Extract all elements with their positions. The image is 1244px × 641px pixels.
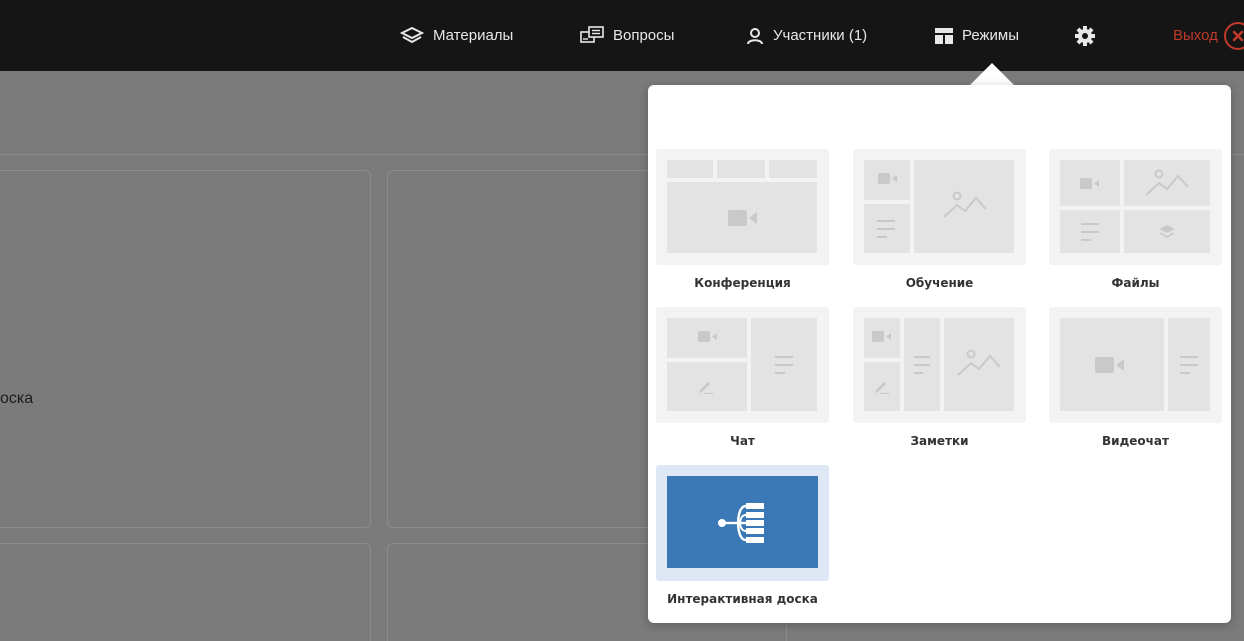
video-camera-icon [1080,178,1099,189]
mode-thumbnail [656,465,829,581]
settings-button[interactable] [1075,0,1095,71]
layers-icon [400,26,424,43]
mode-thumbnail [1049,149,1222,265]
text-lines-icon [775,356,793,374]
mode-thumbnail [1049,307,1222,423]
background-card [0,170,371,528]
modes-button[interactable]: Режимы [935,0,1019,71]
mode-label: Видеочат [1102,434,1169,448]
materials-button[interactable]: Материалы [400,0,513,71]
mode-interactive-whiteboard[interactable]: Интерактивная доска [656,465,829,606]
text-lines-icon [1180,356,1198,374]
participants-button[interactable]: Участники (1) [746,0,867,71]
layers-icon [1159,225,1175,238]
background-card-label: оска [0,390,34,407]
top-bar: Материалы Вопросы Участники (1) Режимы В… [0,0,1244,71]
questions-label: Вопросы [613,27,675,44]
mode-thumbnail [656,307,829,423]
video-camera-icon [878,173,897,184]
mode-videochat[interactable]: Видеочат [1049,307,1222,448]
mode-thumbnail [853,149,1026,265]
text-lines-icon [877,220,895,238]
image-icon [943,191,987,218]
mode-label: Файлы [1111,276,1160,290]
mode-training[interactable]: Обучение [853,149,1026,290]
pencil-icon [875,382,889,394]
text-lines-icon [1081,223,1099,241]
exit-button[interactable]: Выход [1173,0,1244,71]
mode-label: Заметки [910,434,969,448]
video-camera-icon [872,331,891,342]
mode-label: Интерактивная доска [667,592,818,606]
mode-thumbnail [853,307,1026,423]
questions-button[interactable]: Вопросы [580,0,674,71]
mode-chat[interactable]: Чат [656,307,829,448]
gear-icon [1075,25,1095,46]
image-icon [957,349,1001,376]
video-camera-icon [698,331,717,342]
video-camera-icon [728,210,757,226]
image-icon [1145,169,1189,196]
mode-conference[interactable]: Конференция [656,149,829,290]
mode-files[interactable]: Файлы [1049,149,1222,290]
background-card [0,543,371,641]
mode-label: Чат [730,434,755,448]
close-circle-icon [1223,21,1244,50]
mode-notes[interactable]: Заметки [853,307,1026,448]
layout-icon [935,27,953,44]
text-lines-icon [914,356,930,374]
modes-label: Режимы [962,27,1020,44]
mode-label: Конференция [694,276,791,290]
popover-arrow [969,63,1015,86]
participants-label: Участники (1) [773,27,868,44]
materials-label: Материалы [433,27,514,44]
modes-popover: Конференция Обучение Файлы Чат Заметки В… [648,85,1231,623]
chat-bubbles-icon [580,25,604,43]
exit-label: Выход [1173,27,1218,44]
mind-map-icon [718,503,764,543]
video-camera-icon [1095,357,1124,373]
user-icon [747,27,763,44]
mode-label: Обучение [905,276,974,290]
mode-thumbnail [656,149,829,265]
pencil-icon [699,382,713,394]
